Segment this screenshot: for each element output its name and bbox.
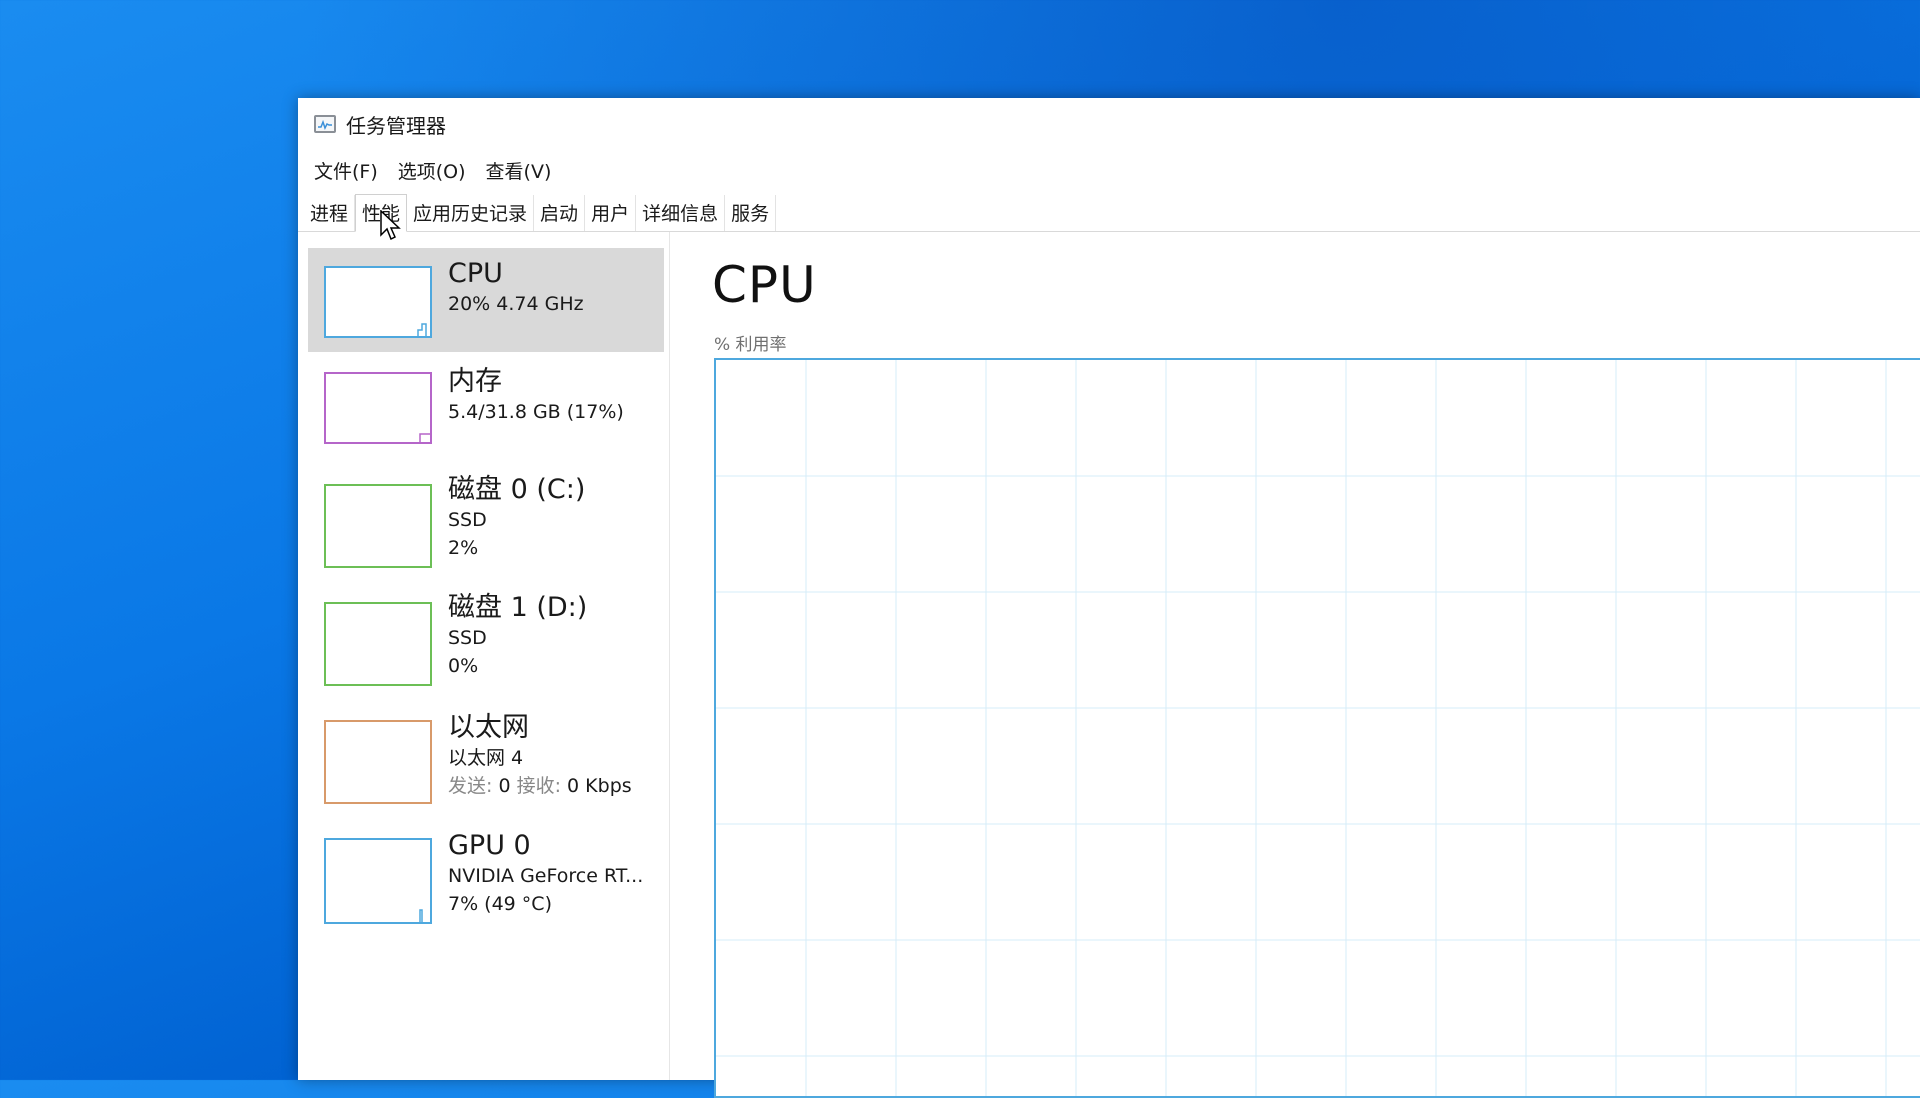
- tab-bar: 进程 性能 应用历史记录 启动 用户 详细信息 服务: [298, 190, 1920, 232]
- graph-grid: [716, 360, 1920, 1096]
- resource-item-gpu[interactable]: GPU 0 NVIDIA GeForce RT... 7% (49 °C): [308, 820, 664, 924]
- resource-item-disk-1[interactable]: 磁盘 1 (D:) SSD 0%: [308, 582, 664, 686]
- cpu-thumbnail-graph: [324, 266, 432, 338]
- tab-details[interactable]: 详细信息: [636, 195, 726, 231]
- resource-name: CPU: [448, 258, 503, 289]
- resource-detail: 7% (49 °C): [448, 893, 552, 915]
- mouse-cursor-icon: [380, 210, 401, 241]
- resource-name: GPU 0: [448, 830, 531, 861]
- disk-1-thumbnail-graph: [324, 602, 432, 686]
- ethernet-thumbnail-graph: [324, 720, 432, 804]
- menu-bar: 文件(F) 选项(O) 查看(V): [298, 150, 1920, 190]
- resource-detail: SSD: [448, 509, 487, 531]
- gpu-thumbnail-graph: [324, 838, 432, 924]
- resource-list: CPU 20% 4.74 GHz 内存 5.4/31.8 GB (17%) 磁盘…: [298, 232, 670, 1080]
- menu-file[interactable]: 文件(F): [306, 153, 386, 188]
- cpu-utilization-graph: [714, 358, 1920, 1098]
- menu-view[interactable]: 查看(V): [478, 153, 560, 188]
- resource-item-cpu[interactable]: CPU 20% 4.74 GHz: [308, 248, 664, 352]
- tab-services[interactable]: 服务: [725, 195, 777, 231]
- resource-detail: SSD: [448, 627, 487, 649]
- resource-name: 磁盘 0 (C:): [448, 474, 586, 505]
- tab-app-history[interactable]: 应用历史记录: [407, 195, 535, 231]
- memory-thumbnail-graph: [324, 372, 432, 444]
- tab-processes[interactable]: 进程: [304, 195, 356, 231]
- menu-options[interactable]: 选项(O): [390, 153, 474, 188]
- send-value: 0: [498, 775, 511, 797]
- receive-value: 0 Kbps: [567, 775, 632, 797]
- task-manager-icon: [314, 115, 336, 133]
- resource-detail: 以太网 4: [448, 747, 524, 769]
- title-bar[interactable]: 任务管理器: [298, 98, 1920, 150]
- resource-detail: 2%: [448, 537, 479, 559]
- disk-0-thumbnail-graph: [324, 484, 432, 568]
- send-label: 发送:: [448, 775, 493, 797]
- resource-detail: 20% 4.74 GHz: [448, 293, 584, 315]
- tab-startup[interactable]: 启动: [534, 195, 586, 231]
- utilization-label: % 利用率: [714, 335, 787, 355]
- resource-name: 以太网: [448, 712, 529, 743]
- receive-label: 接收:: [516, 775, 561, 797]
- page-title: CPU: [712, 256, 817, 314]
- task-manager-window: 任务管理器 文件(F) 选项(O) 查看(V) 进程 性能 应用历史记录 启动 …: [298, 98, 1920, 1098]
- resource-name: 磁盘 1 (D:): [448, 592, 588, 623]
- resource-item-disk-0[interactable]: 磁盘 0 (C:) SSD 2%: [308, 464, 664, 568]
- resource-detail: NVIDIA GeForce RT...: [448, 865, 644, 887]
- window-title: 任务管理器: [346, 113, 446, 138]
- tab-users[interactable]: 用户: [585, 195, 637, 231]
- resource-name: 内存: [448, 366, 502, 397]
- resource-item-ethernet[interactable]: 以太网 以太网 4 发送: 0 接收: 0 Kbps: [308, 702, 664, 806]
- resource-detail: 0%: [448, 655, 479, 677]
- resource-detail: 5.4/31.8 GB (17%): [448, 401, 624, 423]
- network-throughput: 发送: 0 接收: 0 Kbps: [448, 772, 664, 800]
- cpu-detail-pane: CPU % 利用率: [670, 232, 1920, 1098]
- resource-item-memory[interactable]: 内存 5.4/31.8 GB (17%): [308, 356, 664, 460]
